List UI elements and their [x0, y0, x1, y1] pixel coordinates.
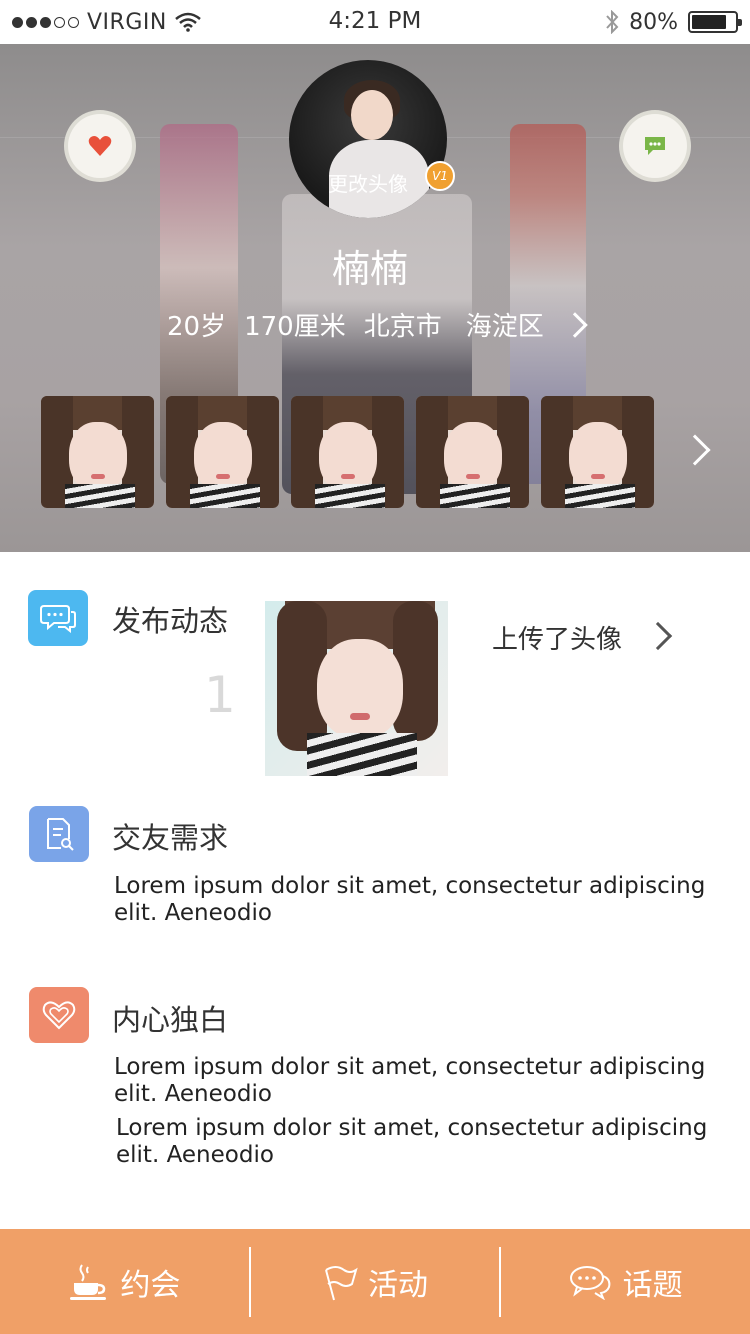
tab-dating[interactable]: 约会	[0, 1229, 249, 1334]
profile-info[interactable]: 20岁 170厘米 北京市 海淀区	[167, 306, 588, 343]
posts-title: 发布动态	[112, 604, 229, 638]
tab-topics[interactable]: 话题	[501, 1229, 750, 1334]
profile-header: 更改头像 V1 楠楠 20岁 170厘米 北京市 海淀区	[0, 44, 750, 552]
photo-thumb[interactable]	[41, 396, 154, 508]
posts-icon	[28, 590, 88, 646]
photo-thumb[interactable]	[166, 396, 279, 508]
profile-city: 北京市	[363, 312, 442, 342]
heart-icon	[88, 136, 112, 156]
status-right: 80%	[605, 8, 742, 36]
profile-district: 海淀区	[465, 312, 544, 342]
coffee-cup-icon	[70, 1263, 107, 1300]
tab-topics-label: 话题	[622, 1267, 683, 1303]
chevron-right-icon	[562, 311, 588, 338]
post-photo[interactable]	[265, 601, 448, 776]
battery-icon	[688, 11, 742, 33]
photo-thumb[interactable]	[541, 396, 654, 508]
message-button[interactable]	[623, 114, 687, 178]
chevron-right-icon[interactable]	[643, 621, 673, 651]
post-description[interactable]: 上传了头像	[492, 619, 622, 656]
tab-activities[interactable]: 活动	[251, 1229, 500, 1334]
bluetooth-icon	[606, 10, 619, 34]
friend-request-text: Lorem ipsum dolor sit amet, consectetur …	[114, 873, 706, 926]
friend-request-icon	[29, 806, 89, 862]
chat-bubbles-icon	[569, 1265, 611, 1300]
avatar[interactable]: 更改头像	[289, 60, 447, 218]
tab-activities-label: 活动	[368, 1267, 428, 1303]
monologue-text-1: Lorem ipsum dolor sit amet, consectetur …	[114, 1054, 706, 1107]
bottom-tab-bar: 约会 活动 话题	[0, 1229, 750, 1334]
profile-age: 20岁	[167, 312, 227, 342]
friend-request-title: 交友需求	[112, 821, 229, 855]
like-button[interactable]	[68, 114, 132, 178]
battery-percent: 80%	[629, 9, 678, 35]
monologue-title: 内心独白	[112, 1003, 229, 1037]
chat-bubbles-icon	[40, 605, 76, 633]
photo-strip	[41, 396, 654, 508]
change-avatar-label[interactable]: 更改头像	[289, 168, 447, 197]
heart-outline-icon	[42, 1001, 76, 1030]
monologue-icon	[29, 987, 89, 1043]
chat-icon	[645, 137, 665, 155]
status-bar: VIRGIN 4:21 PM 80%	[0, 0, 750, 44]
profile-height: 170厘米	[244, 312, 346, 342]
photo-thumb[interactable]	[416, 396, 529, 508]
photo-thumb[interactable]	[291, 396, 404, 508]
flag-icon	[325, 1265, 358, 1300]
document-search-icon	[47, 818, 74, 851]
tab-dating-label: 约会	[120, 1267, 181, 1303]
posts-count: 1	[204, 666, 236, 724]
monologue-text-2: Lorem ipsum dolor sit amet, consectetur …	[116, 1115, 708, 1168]
more-photos-chevron-icon[interactable]	[679, 434, 711, 466]
vip-badge: V1	[425, 161, 455, 191]
profile-name: 楠楠	[331, 247, 408, 291]
